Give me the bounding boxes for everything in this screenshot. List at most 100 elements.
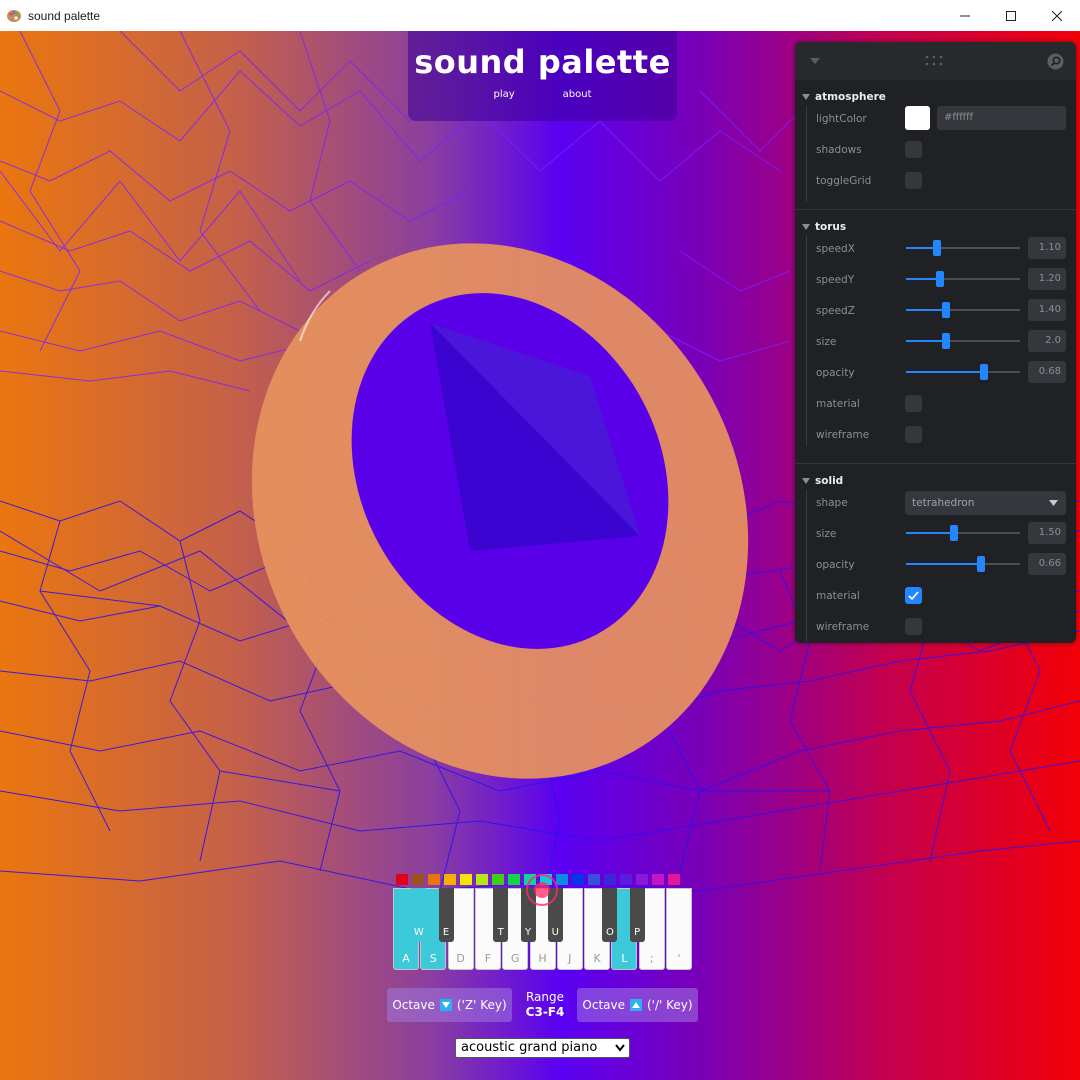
torus-wireframe-checkbox[interactable] — [905, 426, 922, 443]
torus-speedx-value[interactable]: 1.10 — [1028, 237, 1066, 259]
solid-material-checkbox[interactable] — [905, 587, 922, 604]
torus-size-value[interactable]: 2.0 — [1028, 330, 1066, 352]
folder-divider — [795, 463, 1076, 464]
torus-speedz-value[interactable]: 1.40 — [1028, 299, 1066, 321]
color-swatch — [620, 874, 632, 885]
key-label: W — [413, 927, 424, 938]
arrow-down-icon — [439, 999, 452, 1011]
solid-shape-value: tetrahedron — [912, 497, 975, 509]
solid-opacity-slider[interactable] — [906, 556, 1020, 572]
solid-opacity-value[interactable]: 0.66 — [1028, 553, 1066, 575]
key-label: H — [538, 952, 547, 965]
folder-toggle-icon[interactable] — [802, 224, 810, 230]
folder-solid-title[interactable]: solid — [815, 475, 843, 487]
color-swatch — [476, 874, 488, 885]
folder-atmosphere-title[interactable]: atmosphere — [815, 91, 886, 103]
maximize-button[interactable] — [988, 0, 1034, 31]
key-label: E — [442, 927, 450, 938]
color-swatch — [492, 874, 504, 885]
folder-torus-title[interactable]: torus — [815, 221, 846, 233]
solid-size-value[interactable]: 1.50 — [1028, 522, 1066, 544]
key-label: S — [429, 952, 437, 965]
minimize-button[interactable] — [942, 0, 988, 31]
solid-wireframe-checkbox[interactable] — [905, 618, 922, 635]
app-header: sound palette play about — [408, 31, 677, 121]
nav-play-link[interactable]: play — [493, 89, 514, 100]
key-label: P — [634, 927, 641, 938]
octave-down-button[interactable]: Octave ('Z' Key) — [387, 988, 512, 1022]
piano-black-key[interactable]: W — [411, 888, 427, 942]
solid-shape-select[interactable]: tetrahedron — [905, 491, 1066, 515]
color-swatch — [652, 874, 664, 885]
solid-wireframe-label: wireframe — [816, 621, 870, 633]
key-label: D — [456, 952, 465, 965]
key-label: A — [402, 952, 410, 965]
torus-size-label: size — [816, 336, 837, 348]
key-label: O — [605, 927, 614, 938]
color-swatch — [428, 874, 440, 885]
nav-about-link[interactable]: about — [563, 89, 592, 100]
shadows-label: shadows — [816, 144, 862, 156]
toggle-grid-checkbox[interactable] — [905, 172, 922, 189]
folder-guide-line — [806, 490, 807, 642]
solid-size-label: size — [816, 528, 837, 540]
torus-material-checkbox[interactable] — [905, 395, 922, 412]
folder-toggle-icon[interactable] — [802, 94, 810, 100]
light-color-label: lightColor — [816, 113, 867, 125]
app-title: sound palette — [414, 43, 671, 81]
range-display: Range C3-F4 — [516, 990, 574, 1020]
folder-divider — [795, 209, 1076, 210]
piano-black-key[interactable]: E — [438, 888, 454, 942]
folder-guide-line — [806, 236, 807, 446]
key-label: ; — [649, 952, 654, 965]
arrow-up-icon — [630, 999, 642, 1011]
key-label: ' — [677, 952, 681, 965]
torus-speedy-value[interactable]: 1.20 — [1028, 268, 1066, 290]
panel-header[interactable] — [795, 42, 1076, 80]
instrument-value: acoustic grand piano — [461, 1040, 598, 1055]
piano-black-key[interactable]: T — [493, 888, 509, 942]
drag-handle-icon[interactable] — [925, 55, 947, 67]
toggle-grid-label: toggleGrid — [816, 175, 872, 187]
color-swatch — [636, 874, 648, 885]
color-swatch — [396, 874, 408, 885]
controls-panel: atmosphere lightColor #ffffff shadows to… — [795, 42, 1076, 643]
color-swatch — [444, 874, 456, 885]
color-swatch — [668, 874, 680, 885]
torus-speedx-slider[interactable] — [906, 240, 1020, 256]
shadows-checkbox[interactable] — [905, 141, 922, 158]
light-color-input[interactable]: #ffffff — [937, 106, 1066, 130]
window-titlebar: sound palette — [0, 0, 1080, 32]
piano-black-key[interactable]: P — [629, 888, 645, 942]
key-label: F — [484, 952, 492, 965]
checkmark-icon — [908, 591, 919, 601]
octave-up-hint: ('/' Key) — [647, 998, 693, 1012]
torus-opacity-slider[interactable] — [906, 364, 1020, 380]
torus-opacity-value[interactable]: 0.68 — [1028, 361, 1066, 383]
octave-up-button[interactable]: Octave ('/' Key) — [577, 988, 698, 1022]
collapse-icon[interactable] — [810, 57, 820, 65]
torus-speedy-label: speedY — [816, 274, 855, 286]
key-label: K — [593, 952, 601, 965]
torus-size-slider[interactable] — [906, 333, 1020, 349]
range-value: C3-F4 — [525, 1005, 565, 1019]
torus-speedy-slider[interactable] — [906, 271, 1020, 287]
torus-speedx-label: speedX — [816, 243, 855, 255]
solid-size-slider[interactable] — [906, 525, 1020, 541]
folder-toggle-icon[interactable] — [802, 478, 810, 484]
key-label: U — [551, 927, 559, 938]
key-label: Y — [524, 927, 532, 938]
close-button[interactable] — [1034, 0, 1080, 31]
torus-speedz-slider[interactable] — [906, 302, 1020, 318]
search-icon[interactable] — [1047, 53, 1064, 70]
instrument-select[interactable]: acoustic grand piano — [455, 1038, 630, 1058]
window-title: sound palette — [28, 8, 101, 23]
key-label: L — [621, 952, 628, 965]
solid-shape-label: shape — [816, 497, 848, 509]
torus-opacity-label: opacity — [816, 367, 855, 379]
light-color-swatch[interactable] — [905, 106, 930, 130]
piano-black-key[interactable]: O — [602, 888, 618, 942]
piano-white-key[interactable]: ' — [666, 888, 692, 970]
color-swatch — [588, 874, 600, 885]
chevron-down-icon — [1049, 500, 1058, 506]
